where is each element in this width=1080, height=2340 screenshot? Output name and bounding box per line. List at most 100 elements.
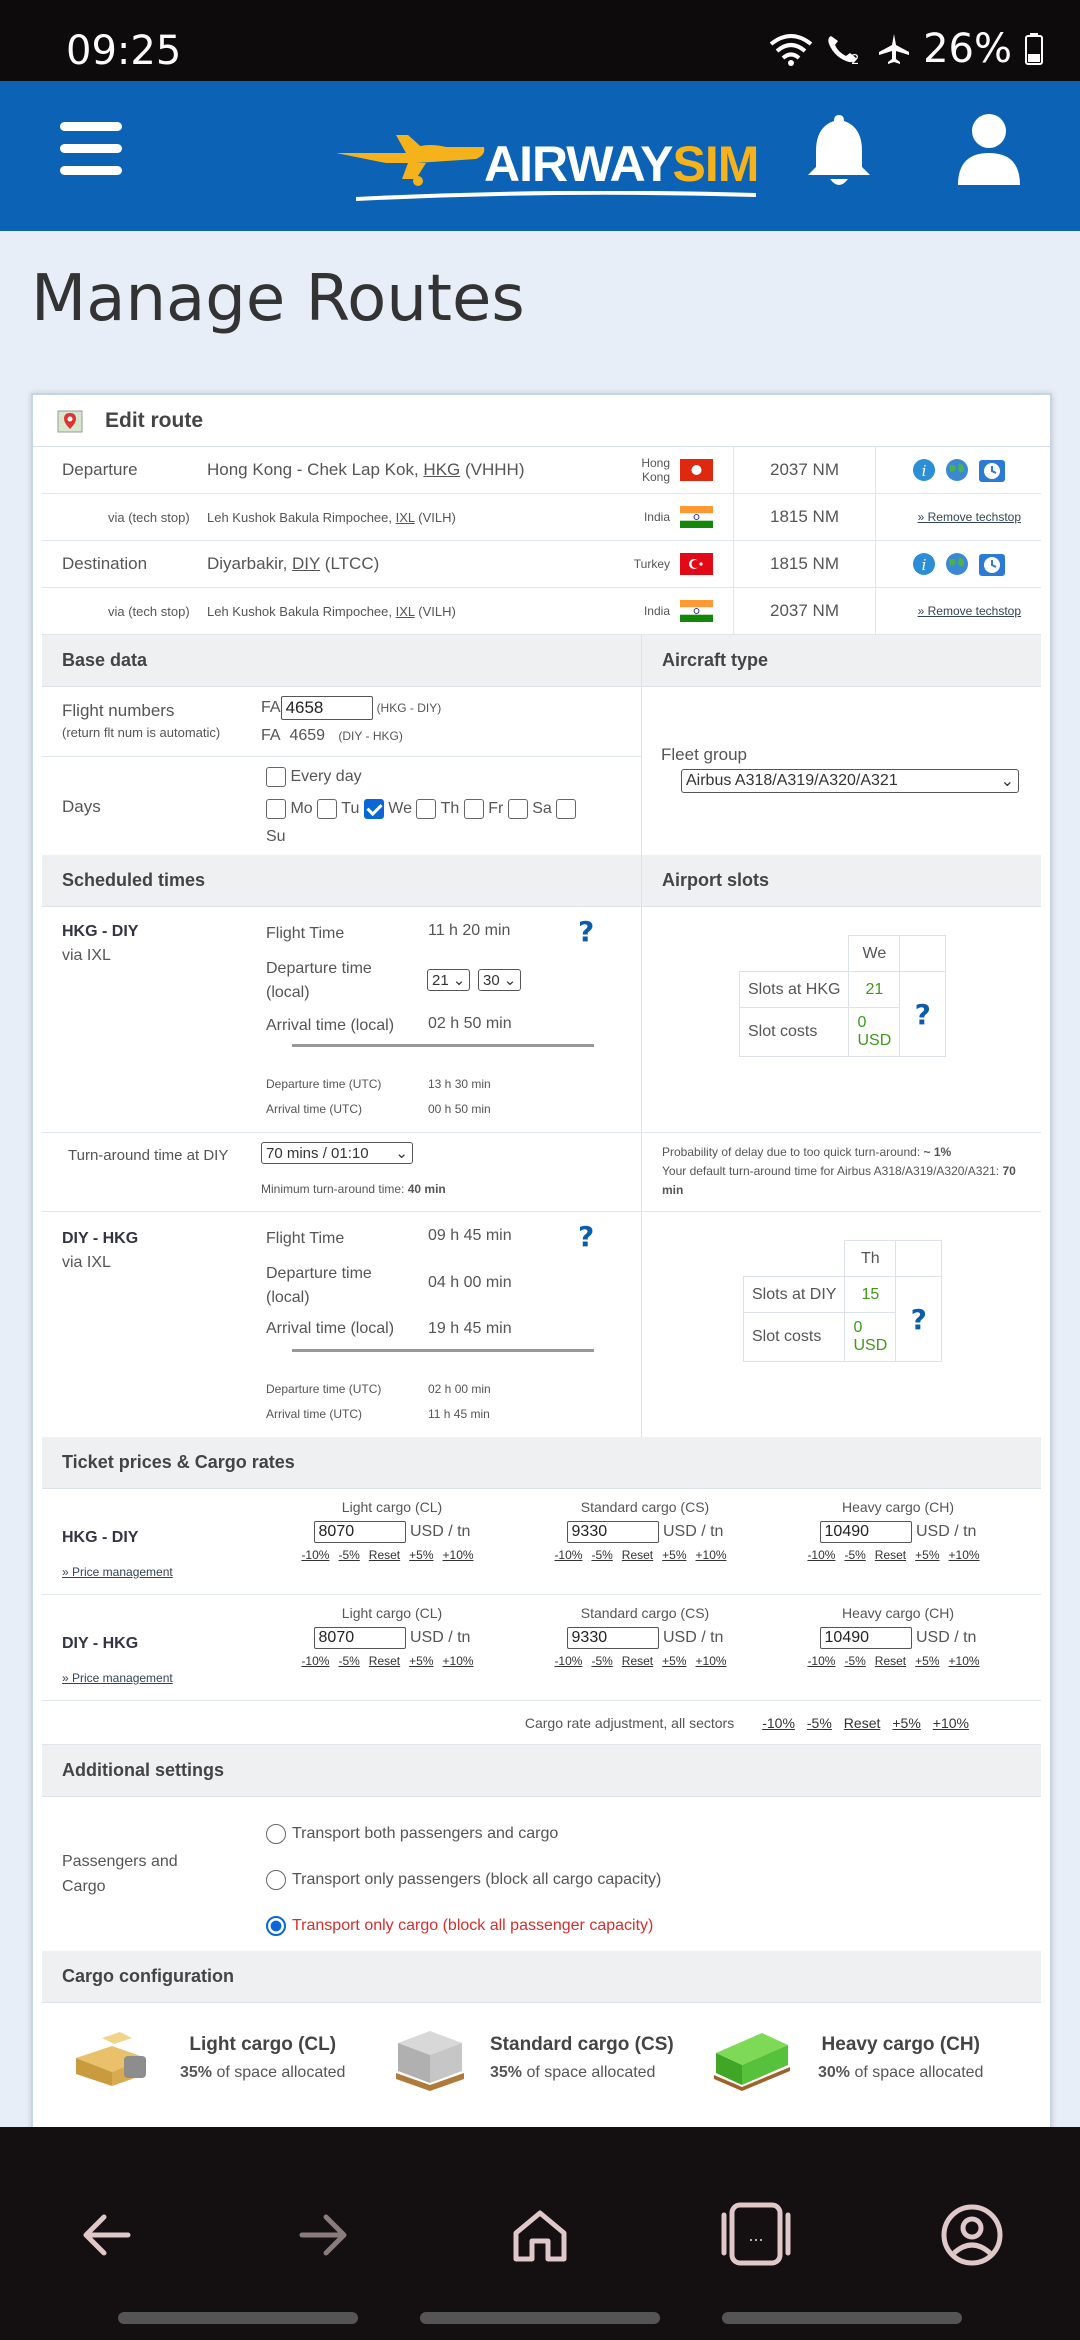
rate-adjust-link[interactable]: Reset (369, 1548, 400, 1562)
all-sectors-adjust-link[interactable]: -10% (762, 1715, 795, 1731)
logo-text-sim: SIM (672, 136, 760, 192)
forward-arrow-icon[interactable] (296, 2207, 352, 2263)
clock-schedule-icon[interactable] (978, 551, 1006, 577)
transport-option[interactable]: Transport both passengers and cargo (266, 1811, 661, 1857)
menu-icon[interactable] (60, 122, 122, 176)
all-sectors-adjust-link[interactable]: Reset (844, 1715, 881, 1731)
cargo-rate-input[interactable]: 9330 (566, 1627, 659, 1649)
rate-adjust-link[interactable]: -5% (338, 1548, 359, 1562)
transport-option[interactable]: Transport only cargo (block all passenge… (266, 1903, 661, 1949)
rate-adjust-link[interactable]: -10% (301, 1548, 329, 1562)
day-checkbox-we[interactable] (363, 798, 384, 819)
price-management-link[interactable]: » Price management (62, 1565, 173, 1579)
standard-cargo-icon (396, 2031, 464, 2091)
radio-button[interactable] (266, 1823, 286, 1844)
rate-adjust-link[interactable]: +5% (915, 1548, 939, 1562)
help-icon[interactable]: ? (578, 915, 594, 948)
rate-adjust-link[interactable]: -5% (844, 1654, 865, 1668)
back-arrow-icon[interactable] (78, 2207, 134, 2263)
rate-adjust-link[interactable]: -5% (591, 1654, 612, 1668)
rate-adjust-link[interactable]: Reset (875, 1548, 906, 1562)
rate-adjust-link[interactable]: -10% (301, 1654, 329, 1668)
day-checkbox-sa[interactable] (507, 798, 528, 819)
all-sectors-adjust-link[interactable]: +5% (892, 1715, 920, 1731)
rate-adjust-link[interactable]: +5% (915, 1654, 939, 1668)
home-icon[interactable] (510, 2207, 570, 2263)
airport-link[interactable]: HKG (423, 460, 460, 479)
rate-adjust-link[interactable]: +5% (662, 1654, 686, 1668)
user-icon[interactable] (956, 111, 1022, 187)
rate-adjust-link[interactable]: Reset (369, 1654, 400, 1668)
day-checkbox-th[interactable] (416, 798, 437, 819)
help-icon[interactable]: ? (915, 998, 931, 1031)
radio-button[interactable] (266, 1869, 286, 1890)
every-day-checkbox[interactable] (266, 767, 286, 787)
day-checkbox-fr[interactable] (463, 798, 484, 819)
turnaround-select[interactable]: 70 mins / 01:10 ⌄ (261, 1142, 413, 1164)
rate-adjust-link[interactable]: -10% (807, 1548, 835, 1562)
cargo-rate-input[interactable]: 10490 (819, 1627, 912, 1649)
rate-adjust-link[interactable]: +5% (662, 1548, 686, 1562)
departure-minute-select[interactable]: 30 ⌄ (478, 969, 522, 991)
airport-link[interactable]: IXL (396, 510, 415, 525)
all-sectors-adjust-link[interactable]: +10% (933, 1715, 969, 1731)
help-icon[interactable]: ? (911, 1303, 927, 1336)
remove-techstop-link[interactable]: » Remove techstop (876, 604, 1041, 618)
cargo-rate-input[interactable]: 8070 (313, 1627, 406, 1649)
rate-adjust-link[interactable]: +10% (696, 1548, 727, 1562)
airwaysim-logo[interactable]: AIRWAYSIM (336, 117, 760, 201)
cargo-class-label: Light cargo (CL) (341, 1605, 443, 1621)
day-checkbox-tu[interactable] (317, 798, 338, 819)
slot-costs-label: Slot costs (738, 1007, 850, 1057)
radio-button[interactable] (266, 1915, 286, 1936)
rate-adjust-link[interactable]: +10% (696, 1654, 727, 1668)
delay-probability-value: ~ 1% (923, 1145, 952, 1159)
info-icon[interactable]: i (912, 552, 936, 576)
day-checkbox-su[interactable] (556, 798, 577, 819)
cargo-percent-text: of space allocated (212, 2064, 346, 2081)
rate-adjust-link[interactable]: Reset (622, 1548, 653, 1562)
rate-adjust-link[interactable]: -5% (338, 1654, 359, 1668)
rate-adjust-link[interactable]: -5% (844, 1548, 865, 1562)
rate-adjust-link[interactable]: +5% (409, 1654, 433, 1668)
arrival-time-value: 02 h 50 min (428, 1015, 512, 1032)
info-icon[interactable]: i (912, 458, 936, 482)
rate-adjust-link[interactable]: Reset (622, 1654, 653, 1668)
rate-adjust-link[interactable]: +10% (443, 1548, 474, 1562)
rate-adjust-link[interactable]: -10% (807, 1654, 835, 1668)
rate-adjust-link[interactable]: -5% (591, 1548, 612, 1562)
price-management-link[interactable]: » Price management (62, 1671, 173, 1685)
cargo-rate-input[interactable]: 9330 (566, 1521, 659, 1543)
rate-adjust-link[interactable]: -10% (554, 1548, 582, 1562)
flight-number-input[interactable]: 4658 (280, 696, 373, 720)
airport-link[interactable]: DIY (292, 554, 320, 573)
account-icon[interactable] (940, 2203, 1004, 2267)
remove-techstop-link[interactable]: » Remove techstop (876, 510, 1041, 524)
rate-unit: USD / tn (915, 1523, 977, 1540)
rate-adjust-link[interactable]: +10% (949, 1548, 980, 1562)
india-flag-icon (680, 600, 713, 622)
transport-option[interactable]: Transport only passengers (block all car… (266, 1857, 661, 1903)
route-airport: Leh Kushok Bakula Rimpochee, IXL (VILH) (207, 509, 456, 525)
rate-adjust-link[interactable]: Reset (875, 1654, 906, 1668)
help-icon[interactable]: ? (578, 1220, 594, 1253)
airport-link[interactable]: IXL (396, 604, 415, 619)
rate-adjust-link[interactable]: +10% (949, 1654, 980, 1668)
rate-adjust-link[interactable]: +10% (443, 1654, 474, 1668)
departure-hour-select[interactable]: 21 ⌄ (427, 969, 471, 991)
day-checkbox-mo[interactable] (266, 798, 286, 819)
all-sectors-adjust-link[interactable]: -5% (807, 1715, 832, 1731)
clock-schedule-icon[interactable] (978, 457, 1006, 483)
globe-icon[interactable] (944, 457, 970, 483)
bell-icon[interactable] (806, 111, 872, 191)
tabs-icon[interactable]: ... (718, 2201, 794, 2267)
price-row-route: DIY - HKG (62, 1635, 139, 1652)
rate-adjust-link[interactable]: +5% (409, 1548, 433, 1562)
cargo-rate-input[interactable]: 8070 (313, 1521, 406, 1543)
rate-adjust-link[interactable]: -10% (554, 1654, 582, 1668)
fleet-group-select[interactable]: Airbus A318/A319/A320/A321 ⌄ (681, 769, 1019, 793)
cargo-rate-input[interactable]: 10490 (819, 1521, 912, 1543)
logo-swoosh (356, 191, 756, 201)
route-country: India (643, 510, 670, 524)
globe-icon[interactable] (944, 551, 970, 577)
